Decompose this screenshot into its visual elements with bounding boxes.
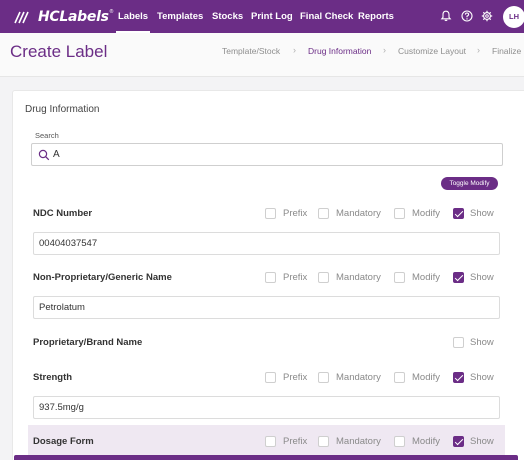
ndc-modify-checkbox[interactable] (394, 208, 405, 219)
strength-show-checkbox[interactable] (453, 372, 464, 383)
chevron-right-icon: › (383, 45, 386, 55)
dosage-prefix-checkbox[interactable] (265, 436, 276, 447)
step-customize-layout[interactable]: Customize Layout (398, 46, 466, 56)
chevron-right-icon: › (477, 45, 480, 55)
field-label-generic-name: Non-Proprietary/Generic Name (33, 272, 172, 283)
step-template-stock[interactable]: Template/Stock (222, 46, 280, 56)
nav-item-final-check[interactable]: Final Check (300, 0, 353, 33)
show-label: Show (470, 372, 494, 383)
generic-prefix-checkbox[interactable] (265, 272, 276, 283)
logo-trademark: ® (109, 9, 114, 15)
nav-item-templates[interactable]: Templates (157, 0, 203, 33)
mandatory-label: Mandatory (336, 272, 381, 283)
bottom-action-bar (14, 455, 518, 460)
show-label: Show (470, 436, 494, 447)
search-value: A (53, 149, 60, 160)
ndc-number-input[interactable]: 00404037547 (33, 232, 500, 255)
search-input[interactable]: A (31, 143, 503, 166)
dosage-modify-checkbox[interactable] (394, 436, 405, 447)
mandatory-label: Mandatory (336, 372, 381, 383)
modify-label: Modify (412, 272, 440, 283)
modify-label: Modify (412, 372, 440, 383)
app-logo[interactable]: HCLabels ® (14, 8, 113, 26)
page-header: Create Label Template/Stock › Drug Infor… (0, 33, 524, 77)
ndc-number-value: 00404037547 (39, 238, 98, 249)
dosage-show-checkbox[interactable] (453, 436, 464, 447)
show-label: Show (470, 208, 494, 219)
toggle-modify-button[interactable]: Toggle Modify (441, 177, 498, 190)
step-finalize[interactable]: Finalize (492, 46, 521, 56)
nav-item-labels[interactable]: Labels (115, 0, 151, 33)
strength-modify-checkbox[interactable] (394, 372, 405, 383)
generic-modify-checkbox[interactable] (394, 272, 405, 283)
modify-label: Modify (412, 436, 440, 447)
nav-item-reports[interactable]: Reports (358, 0, 394, 33)
field-label-dosage-form: Dosage Form (33, 436, 94, 447)
brand-show-checkbox[interactable] (453, 337, 464, 348)
page-title: Create Label (10, 42, 108, 61)
show-label: Show (470, 272, 494, 283)
dosage-mandatory-checkbox[interactable] (318, 436, 329, 447)
prefix-label: Prefix (283, 372, 308, 383)
field-label-ndc-number: NDC Number (33, 208, 93, 219)
prefix-label: Prefix (283, 208, 308, 219)
chevron-right-icon: › (293, 45, 296, 55)
help-icon[interactable] (461, 10, 473, 22)
prefix-label: Prefix (283, 436, 308, 447)
user-avatar[interactable]: LH (503, 6, 524, 28)
strength-input[interactable]: 937.5mg/g (33, 396, 500, 419)
step-drug-information[interactable]: Drug Information (308, 46, 371, 56)
modify-label: Modify (412, 208, 440, 219)
top-nav-bar: HCLabels ® Labels Templates Stocks Print… (0, 0, 524, 33)
generic-show-checkbox[interactable] (453, 272, 464, 283)
field-label-strength: Strength (33, 372, 73, 383)
generic-name-value: Petrolatum (39, 302, 85, 313)
strength-value: 937.5mg/g (39, 402, 84, 413)
ndc-prefix-checkbox[interactable] (265, 208, 276, 219)
logo-mark-icon (14, 11, 29, 24)
prefix-label: Prefix (283, 272, 308, 283)
mandatory-label: Mandatory (336, 436, 381, 447)
gear-icon[interactable] (481, 10, 493, 22)
logo-text: HCLabels (38, 9, 109, 25)
search-icon (38, 149, 50, 161)
ndc-mandatory-checkbox[interactable] (318, 208, 329, 219)
generic-name-input[interactable]: Petrolatum (33, 296, 500, 319)
show-label: Show (470, 337, 494, 348)
nav-item-stocks[interactable]: Stocks (212, 0, 243, 33)
mandatory-label: Mandatory (336, 208, 381, 219)
bell-icon[interactable] (440, 10, 452, 22)
section-title: Drug Information (25, 104, 100, 115)
field-label-brand-name: Proprietary/Brand Name (33, 337, 143, 348)
strength-mandatory-checkbox[interactable] (318, 372, 329, 383)
generic-mandatory-checkbox[interactable] (318, 272, 329, 283)
strength-prefix-checkbox[interactable] (265, 372, 276, 383)
nav-item-print-log[interactable]: Print Log (251, 0, 293, 33)
search-label: Search (35, 131, 59, 140)
ndc-show-checkbox[interactable] (453, 208, 464, 219)
